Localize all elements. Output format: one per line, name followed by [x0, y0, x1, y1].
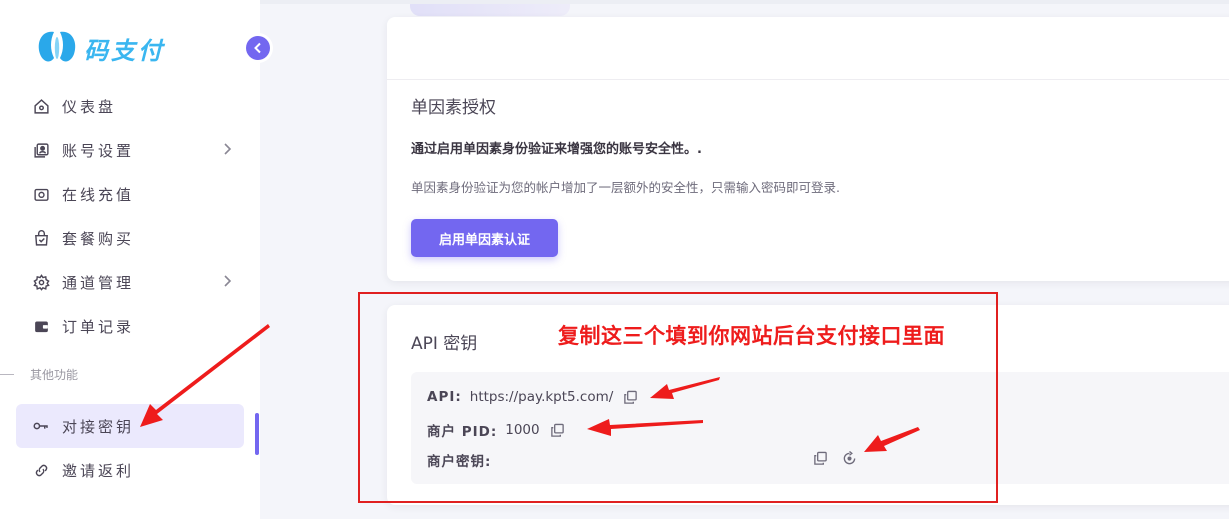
sidebar-item-label: 账号设置 — [62, 141, 135, 160]
section-label: 其他功能 — [30, 367, 79, 382]
sidebar-section-header: 其他功能 — [0, 348, 244, 400]
chevron-right-icon — [222, 274, 232, 292]
card-divider — [387, 79, 1229, 80]
section-dash — [0, 373, 14, 375]
merchant-secret-label: 商户密钥: — [427, 454, 492, 470]
sidebar: 码支付 仪表盘 账号设置 在线充值 套餐购买 通道管理 订单记录 其他功能 对接… — [0, 0, 260, 519]
api-url-row: API: https://pay.kpt5.com/ — [427, 389, 638, 405]
sidebar-item-account-settings[interactable]: 账号设置 — [16, 128, 244, 172]
annotation-text: 复制这三个填到你网站后台支付接口里面 — [558, 324, 945, 348]
single-factor-card: 单因素授权 通过启用单因素身份验证来增强您的账号安全性。. 单因素身份验证为您的… — [387, 17, 1229, 281]
chevron-right-icon — [222, 142, 232, 160]
single-factor-description: 单因素身份验证为您的帐户增加了一层额外的安全性，只需输入密码即可登录. — [411, 180, 840, 195]
home-icon — [32, 97, 50, 115]
copy-icon[interactable] — [550, 423, 565, 438]
logo[interactable]: 码支付 — [34, 28, 165, 68]
sidebar-item-label: 订单记录 — [62, 317, 135, 336]
sidebar-item-recharge[interactable]: 在线充值 — [16, 172, 244, 216]
sidebar-item-label: 套餐购买 — [62, 229, 135, 248]
api-key-title: API 密钥 — [411, 334, 478, 354]
secret-actions — [813, 450, 857, 470]
sidebar-nav: 仪表盘 账号设置 在线充值 套餐购买 通道管理 订单记录 其他功能 对接密钥 邀… — [0, 84, 244, 492]
sidebar-item-package[interactable]: 套餐购买 — [16, 216, 244, 260]
single-factor-title: 单因素授权 — [411, 98, 496, 118]
merchant-secret-row: 商户密钥: — [427, 450, 499, 470]
merchant-pid-label: 商户 PID: — [427, 424, 498, 440]
api-info-box: API: https://pay.kpt5.com/ 商户 PID: 1000 … — [411, 372, 1229, 484]
sidebar-item-api-key[interactable]: 对接密钥 — [16, 404, 244, 448]
sidebar-collapse-button[interactable] — [246, 36, 270, 60]
single-factor-bold-text: 通过启用单因素身份验证来增强您的账号安全性。. — [411, 142, 702, 157]
wallet-icon — [32, 317, 50, 335]
gear-icon — [32, 273, 50, 291]
logo-mark-icon — [38, 31, 76, 62]
camera-icon — [32, 185, 50, 203]
refresh-icon[interactable] — [842, 450, 857, 470]
api-url-label: API: — [427, 389, 462, 405]
api-url-value: https://pay.kpt5.com/ — [469, 389, 614, 405]
enable-single-factor-button[interactable]: 启用单因素认证 — [411, 219, 558, 257]
chevron-left-icon — [254, 42, 261, 54]
bag-icon — [32, 229, 50, 247]
sidebar-item-dashboard[interactable]: 仪表盘 — [16, 84, 244, 128]
sidebar-item-label: 对接密钥 — [62, 417, 135, 436]
sidebar-item-label: 通道管理 — [62, 273, 135, 292]
header-decoration — [410, 4, 570, 16]
copy-icon[interactable] — [813, 451, 828, 470]
account-icon — [32, 141, 50, 159]
sidebar-item-orders[interactable]: 订单记录 — [16, 304, 244, 348]
sidebar-item-label: 在线充值 — [62, 185, 135, 204]
sidebar-item-channel[interactable]: 通道管理 — [16, 260, 244, 304]
active-indicator — [255, 413, 259, 455]
sidebar-item-invite[interactable]: 邀请返利 — [16, 448, 244, 492]
merchant-pid-value: 1000 — [505, 422, 540, 438]
key-icon — [32, 417, 50, 435]
link-icon — [32, 461, 50, 479]
sidebar-item-label: 仪表盘 — [62, 97, 117, 116]
merchant-pid-row: 商户 PID: 1000 — [427, 420, 565, 440]
sidebar-item-label: 邀请返利 — [62, 461, 135, 480]
copy-icon[interactable] — [623, 390, 638, 405]
brand-name: 码支付 — [84, 35, 165, 65]
